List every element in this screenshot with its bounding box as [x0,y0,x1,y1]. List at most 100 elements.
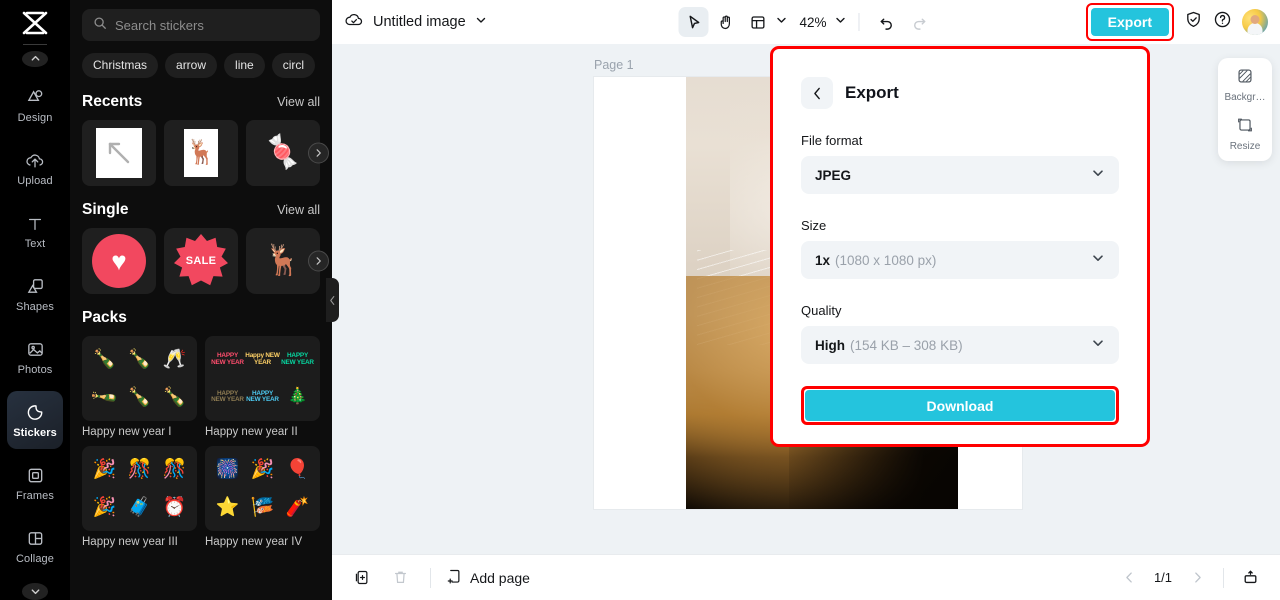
chevron-down-icon[interactable] [475,13,487,31]
add-page-button[interactable]: Add page [447,568,530,588]
sidebar-item-collage[interactable]: Collage [7,517,63,575]
duplicate-page-button[interactable] [348,564,376,592]
pack-item-glyph: 🧳 [127,496,152,518]
rail-collapse-up-button[interactable] [22,50,48,68]
sidebar-item-frames[interactable]: Frames [7,454,63,512]
single-section-header: Single View all [82,201,320,219]
tag-chip-circle[interactable]: circl [271,53,316,78]
layout-tool-button[interactable] [742,7,772,37]
background-tool[interactable]: Backgr… [1224,67,1266,103]
sidebar-item-design[interactable]: Design [7,76,63,134]
heart-glyph: ♥ [111,246,127,276]
pack-label: Happy new year I [82,426,172,438]
prev-page-button[interactable] [1115,564,1143,592]
pack-happy-new-year-3[interactable]: 🎉 🎊 🎊 🎉 🧳 ⏰ Happy new year III [82,446,197,548]
rail-item-list: Design Upload Text Shapes Photos Sticker… [0,71,70,575]
sidebar-item-label: Design [17,111,53,124]
bottombar-divider [430,567,431,588]
zoom-chevron-down-icon[interactable] [835,13,847,31]
single-next-button[interactable] [308,250,329,272]
sidebar-item-text[interactable]: Text [7,202,63,260]
size-value: 1x [815,252,831,268]
sidebar-item-photos[interactable]: Photos [7,328,63,386]
pack-thumbnail: 🎆 🎉 🎈 ⭐ 🎏 🧨 [205,446,320,531]
pack-happy-new-year-4[interactable]: 🎆 🎉 🎈 ⭐ 🎏 🧨 Happy new year IV [205,446,320,548]
app-logo[interactable] [18,10,52,36]
topbar-right: Export [1085,3,1268,41]
sticker-thumb-heart[interactable]: ♥ [82,228,156,294]
page-indicator: 1/1 [1153,570,1173,585]
tag-chip-arrow[interactable]: arrow [165,53,218,78]
rail-collapse-down-button[interactable] [22,583,48,600]
next-page-button[interactable] [1183,564,1211,592]
canvas-area[interactable]: Page 1 Backgr… Resize Export File format… [332,44,1280,554]
search-stickers-box[interactable] [82,9,320,41]
sidebar-item-upload[interactable]: Upload [7,139,63,197]
tag-chip-row: Christmas arrow line circl [82,53,320,78]
sidebar-item-label: Collage [15,552,54,565]
pack-happy-new-year-1[interactable]: 🍾 🍾 🥂 🍾 🍾 🍾 Happy new year I [82,336,197,438]
pack-item-glyph: ⏰ [162,496,187,518]
recents-view-all-link[interactable]: View all [277,95,320,109]
pack-item-glyph: 🥂 [162,349,187,371]
shield-check-icon[interactable] [1184,10,1203,34]
export-button[interactable]: Export [1090,8,1169,36]
stickers-icon [24,402,46,424]
select-tool-button[interactable] [678,7,709,37]
pack-item-glyph: 🎉 [92,459,117,481]
size-hint: (1080 x 1080 px) [835,252,937,268]
background-tool-label: Backgr… [1224,92,1266,103]
tag-chip-christmas[interactable]: Christmas [82,53,159,78]
reindeer-glyph: 🦌 [186,139,216,166]
panel-collapse-handle[interactable] [326,278,339,322]
pack-item-text: HAPPY NEW YEAR [246,389,279,404]
undo-button[interactable] [872,7,902,37]
packs-grid: 🍾 🍾 🥂 🍾 🍾 🍾 Happy new year I HAPPY NEW Y… [82,336,320,548]
file-format-value: JPEG [815,167,852,183]
pack-item-glyph: 🎏 [250,496,275,518]
help-circle-icon[interactable] [1213,10,1232,34]
chevron-down-icon [1091,166,1105,185]
tag-chip-line[interactable]: line [224,53,265,78]
sidebar-item-shapes[interactable]: Shapes [7,265,63,323]
sidebar-item-stickers[interactable]: Stickers [7,391,63,450]
export-back-button[interactable] [801,77,833,109]
resize-icon [1236,116,1254,137]
resize-tool[interactable]: Resize [1229,116,1261,152]
pack-item-text: HAPPY NEW YEAR [211,389,244,404]
sticker-thumb-sale[interactable]: SALE [164,228,238,294]
quality-label: Quality [801,303,842,318]
sticker-thumb-arrow[interactable] [82,120,156,186]
search-icon [93,16,107,35]
collage-icon [24,528,46,550]
pack-thumbnail: HAPPY NEW YEAR Happy NEW YEAR HAPPY NEW … [205,336,320,421]
resize-tool-label: Resize [1229,141,1261,152]
pack-item-glyph: 🍾 [127,386,152,408]
file-format-select[interactable]: JPEG [801,156,1119,194]
layout-chevron-down-icon[interactable] [775,13,787,31]
sticker-thumb-reindeer[interactable]: 🦌 [164,120,238,186]
sale-label: SALE [185,255,217,267]
single-view-all-link[interactable]: View all [277,203,320,217]
chevron-down-icon [1091,251,1105,270]
page-grid-view-button[interactable] [1236,564,1264,592]
frames-icon [24,465,46,487]
download-button[interactable]: Download [805,390,1115,421]
hand-tool-button[interactable] [710,7,740,37]
redo-button[interactable] [904,7,934,37]
pack-happy-new-year-2[interactable]: HAPPY NEW YEAR Happy NEW YEAR HAPPY NEW … [205,336,320,438]
shapes-icon [24,276,46,298]
size-label: Size [801,218,827,233]
search-input[interactable] [115,17,309,33]
quality-select[interactable]: High (154 KB – 308 KB) [801,326,1119,364]
pack-item-glyph: 🎉 [92,496,117,518]
delete-page-button[interactable] [386,564,414,592]
size-select[interactable]: 1x (1080 x 1080 px) [801,241,1119,279]
recents-next-button[interactable] [308,142,329,164]
section-title: Packs [82,309,127,326]
pack-item-glyph: 🎊 [127,459,152,481]
user-avatar[interactable] [1242,9,1268,35]
document-title[interactable]: Untitled image [373,14,466,30]
pack-thumbnail: 🎉 🎊 🎊 🎉 🧳 ⏰ [82,446,197,531]
pack-item-text: HAPPY NEW YEAR [211,352,244,366]
